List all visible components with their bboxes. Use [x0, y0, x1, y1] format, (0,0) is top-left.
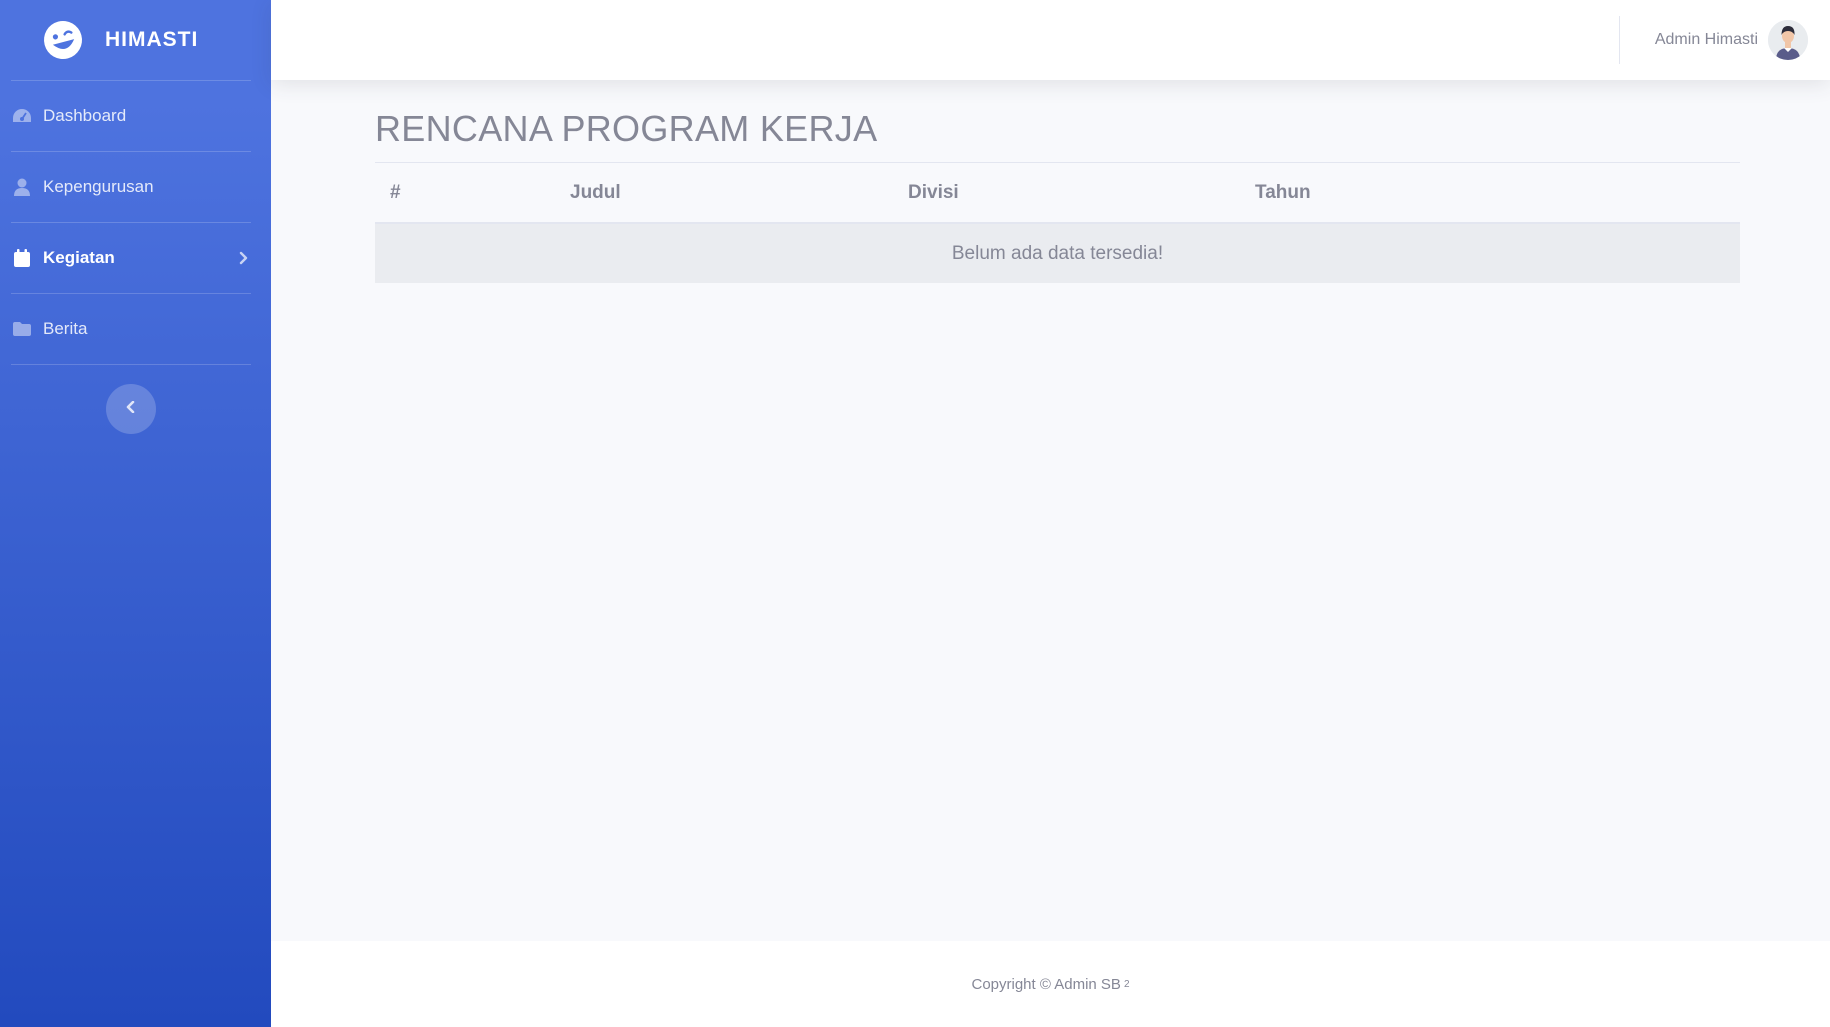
topbar: Admin Himasti: [271, 0, 1830, 80]
sidebar-item-label: Kepengurusan: [43, 177, 154, 196]
footer: Copyright © Admin SB 2: [271, 941, 1830, 1027]
sidebar-toggle-button[interactable]: [106, 384, 156, 434]
user-icon: [12, 177, 32, 197]
column-header-tahun: Tahun: [1240, 163, 1740, 224]
topbar-divider: [1618, 16, 1620, 64]
chevron-left-icon: [126, 400, 136, 418]
sidebar-item-label: Dashboard: [43, 106, 127, 125]
content-wrapper: Admin Himasti RENCANA PROGRAM KERJA # Ju…: [271, 0, 1830, 1027]
avatar[interactable]: [1768, 20, 1808, 60]
empty-table-message: Belum ada data tersedia!: [375, 223, 1740, 283]
tachometer-icon: [12, 106, 32, 126]
app-root: HIMASTI Dashboard Kepengurusan Kegiatan …: [0, 0, 1830, 1027]
sidebar-item-dashboard[interactable]: Dashboard: [0, 81, 271, 151]
sidebar: HIMASTI Dashboard Kepengurusan Kegiatan …: [0, 0, 271, 1027]
user-name[interactable]: Admin Himasti: [1655, 31, 1758, 49]
sidebar-item-label: Berita: [43, 319, 88, 338]
column-header-divisi: Divisi: [893, 163, 1240, 224]
sidebar-item-kegiatan[interactable]: Kegiatan: [0, 223, 271, 293]
main-content: RENCANA PROGRAM KERJA # Judul Divisi Tah…: [271, 80, 1830, 941]
column-header-number: #: [375, 163, 555, 224]
sidebar-item-label: Kegiatan: [43, 248, 115, 267]
sidebar-item-kepengurusan[interactable]: Kepengurusan: [0, 152, 271, 222]
page-title: RENCANA PROGRAM KERJA: [375, 108, 1740, 163]
sidebar-item-berita[interactable]: Berita: [0, 294, 271, 364]
copyright-text: Copyright © Admin SB: [971, 975, 1121, 993]
copyright-superscript: 2: [1123, 978, 1130, 990]
brand-link[interactable]: HIMASTI: [0, 0, 271, 80]
brand-name: HIMASTI: [105, 28, 199, 51]
calendar-icon: [12, 248, 32, 268]
program-table: # Judul Divisi Tahun Belum ada data ters…: [375, 163, 1740, 283]
folder-icon: [12, 319, 32, 339]
table-header-row: # Judul Divisi Tahun: [375, 163, 1740, 224]
chevron-right-icon: [239, 251, 249, 265]
column-header-judul: Judul: [555, 163, 893, 224]
sidebar-divider: [11, 364, 251, 365]
laugh-wink-icon: [39, 16, 88, 65]
table-row: Belum ada data tersedia!: [375, 223, 1740, 283]
